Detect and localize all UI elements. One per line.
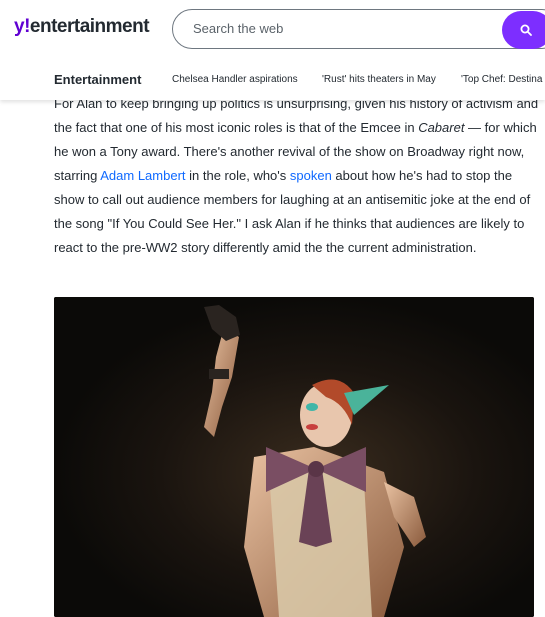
search-input[interactable] (191, 20, 495, 37)
spoken-link[interactable]: spoken (290, 168, 332, 183)
site-header: y!entertainment Entertainment Chelsea Ha… (0, 0, 545, 100)
paragraph-text: in the role, who's (185, 168, 290, 183)
logo-word: entertainment (29, 16, 150, 37)
photo-illustration (54, 297, 534, 617)
search-box (172, 9, 545, 49)
nav-link-chelsea-handler[interactable]: Chelsea Handler aspirations (172, 74, 298, 85)
article-paragraph: For Alan to keep bringing up politics is… (54, 92, 540, 260)
section-nav: Entertainment Chelsea Handler aspiration… (0, 72, 545, 90)
nav-title[interactable]: Entertainment (54, 72, 141, 87)
search-icon (520, 24, 532, 36)
yahoo-entertainment-logo[interactable]: y!entertainment (14, 16, 150, 38)
article-body: For Alan to keep bringing up politics is… (54, 92, 540, 260)
nav-link-rust[interactable]: 'Rust' hits theaters in May (322, 74, 436, 85)
nav-link-top-chef[interactable]: 'Top Chef: Destina (461, 74, 542, 85)
adam-lambert-link[interactable]: Adam Lambert (100, 168, 185, 183)
search-button[interactable] (502, 11, 545, 49)
logo-prefix: y (14, 16, 25, 37)
performer-photo (54, 297, 534, 617)
cabaret-title: Cabaret (418, 120, 465, 135)
